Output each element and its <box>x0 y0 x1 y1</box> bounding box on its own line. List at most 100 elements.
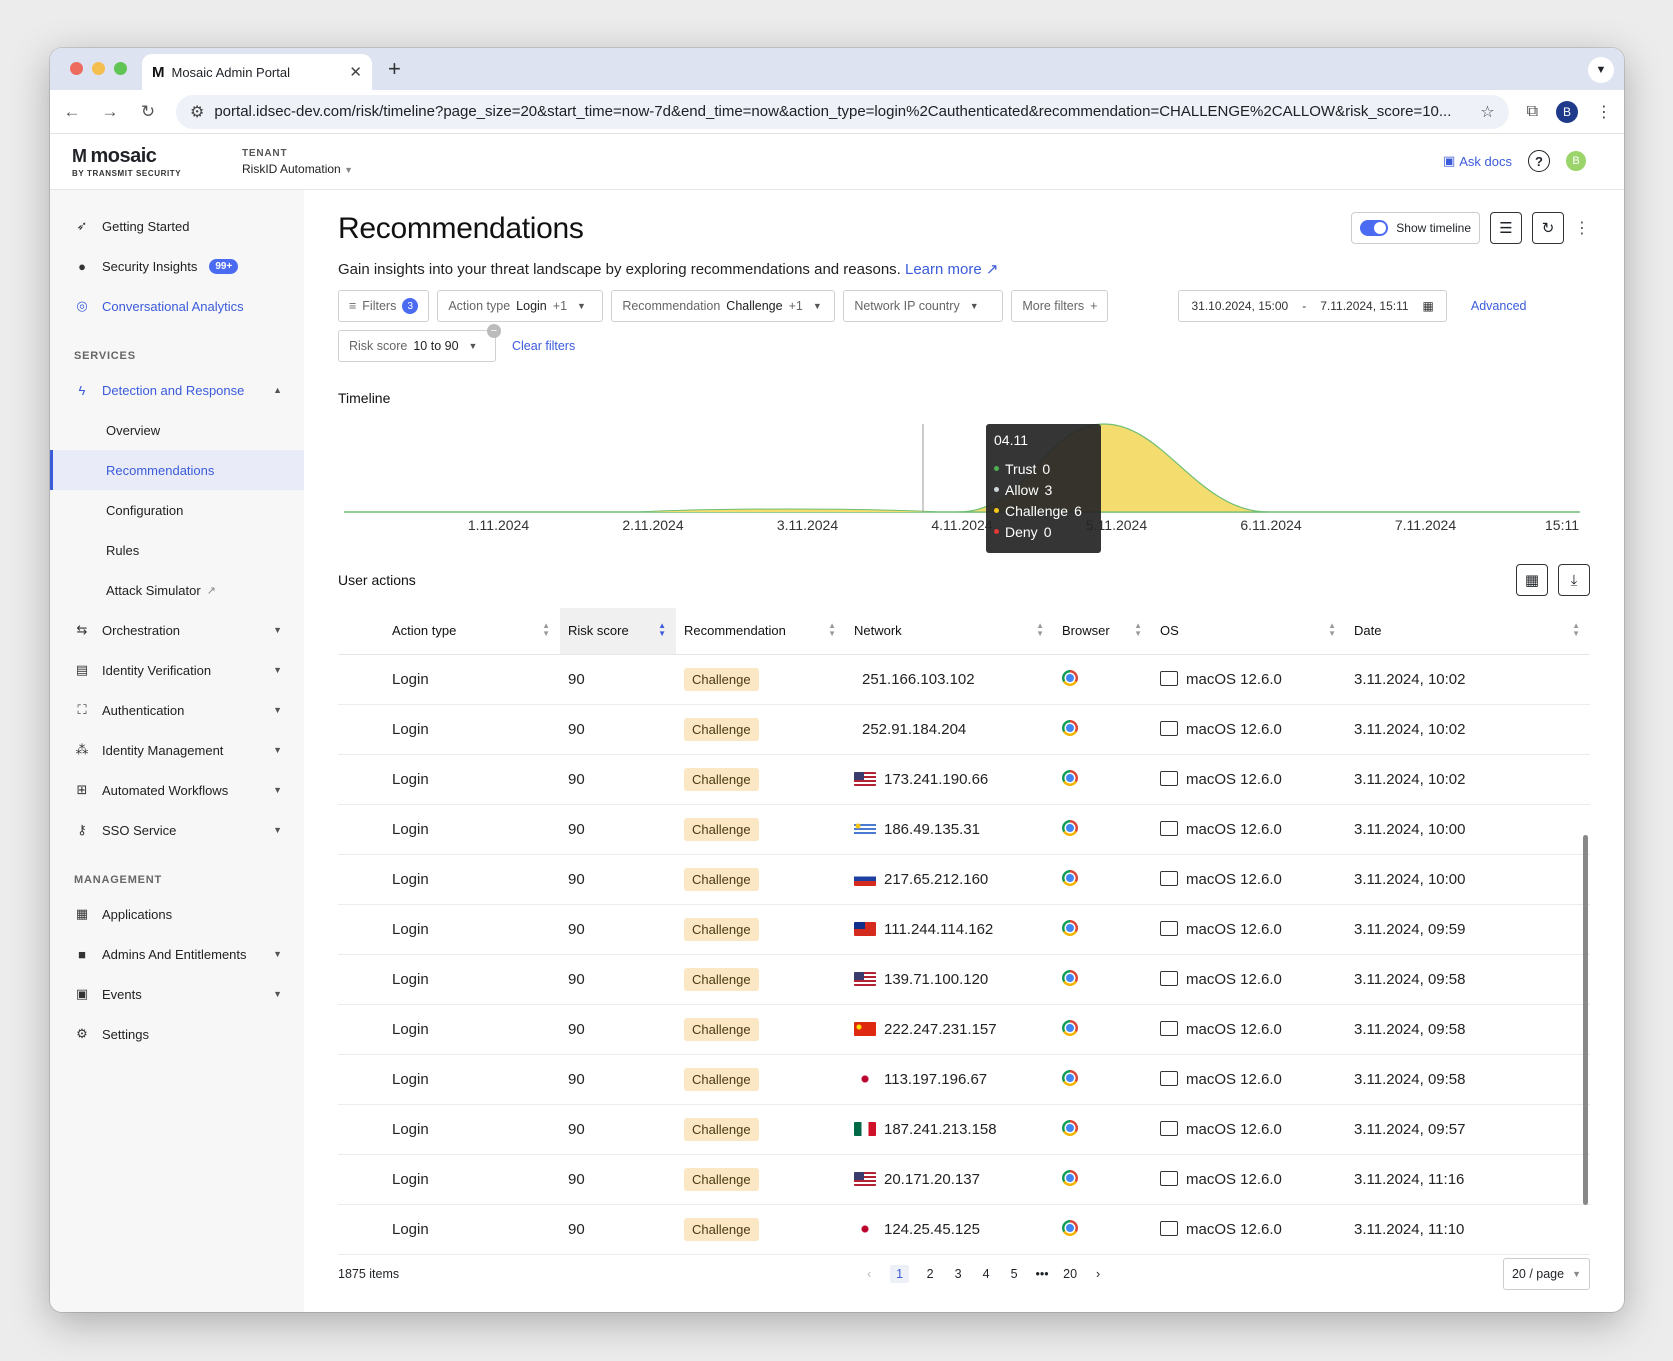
col-action-type[interactable]: Action type ▲ ▼ <box>384 608 560 655</box>
tenant-selector[interactable]: TENANT RiskID Automation ▼ <box>242 148 353 176</box>
sort-icon[interactable]: ▲ ▼ <box>542 622 550 638</box>
prev-page-icon[interactable]: ‹ <box>862 1267 876 1281</box>
table-row[interactable]: Login 90 Challenge 113.197.196.67 macOS … <box>338 1054 1590 1105</box>
sidebar-item-identity-management[interactable]: ⁂ Identity Management ▼ <box>50 730 304 770</box>
col-risk-score[interactable]: Risk score ▲ ▼ <box>560 608 676 655</box>
new-tab-button[interactable]: + <box>388 56 401 82</box>
minimize-window-button[interactable] <box>92 62 105 75</box>
sidebar-sub-configuration[interactable]: Configuration <box>50 490 304 530</box>
sort-icon[interactable]: ▲ ▼ <box>1134 622 1142 638</box>
table-row[interactable]: Login 90 Challenge 217.65.212.160 macOS … <box>338 854 1590 905</box>
sidebar-item-orchestration[interactable]: ⇆ Orchestration ▼ <box>50 610 304 650</box>
sort-icon[interactable]: ▲ ▼ <box>1036 622 1044 638</box>
reload-icon[interactable]: ↻ <box>138 102 158 122</box>
filters-button[interactable]: ≡ Filters 3 <box>338 290 430 322</box>
browser-tab[interactable]: M Mosaic Admin Portal ✕ <box>142 54 372 90</box>
sidebar-item-events[interactable]: ▣ Events ▼ <box>50 974 304 1014</box>
table-row[interactable]: Login 90 Challenge 111.244.114.162 macOS… <box>338 904 1590 955</box>
page-number[interactable]: 2 <box>923 1267 937 1281</box>
timeline-chart[interactable]: 1.11.2024 2.11.2024 3.11.2024 4.11.2024 5.11… <box>338 406 1590 556</box>
page-number[interactable]: 3 <box>951 1267 965 1281</box>
sidebar-item-applications[interactable]: ▦ Applications <box>50 894 304 934</box>
url-input[interactable]: ⚙ portal.idsec-dev.com/risk/timeline?pag… <box>176 94 1509 129</box>
table-row[interactable]: Login 90 Challenge 20.171.20.137 macOS 1… <box>338 1154 1590 1205</box>
page-number[interactable]: 5 <box>1007 1267 1021 1281</box>
table-row[interactable]: Login 90 Challenge 186.49.135.31 macOS 1… <box>338 804 1590 855</box>
brand-logo[interactable]: Mmosaic BY TRANSMIT SECURITY <box>72 145 222 178</box>
col-browser[interactable]: Browser ▲ ▼ <box>1054 608 1152 655</box>
sidebar-sub-attack-simulator[interactable]: Attack Simulator ↗ <box>50 570 304 610</box>
col-recommendation[interactable]: Recommendation ▲ ▼ <box>676 608 846 655</box>
show-timeline-toggle[interactable]: Show timeline <box>1351 212 1480 244</box>
table-scrollbar[interactable] <box>1583 835 1588 1205</box>
sort-icon[interactable]: ▲ ▼ <box>1328 622 1336 638</box>
table-row[interactable]: Login 90 Challenge 252.91.184.204 macOS … <box>338 704 1590 755</box>
sidebar-sub-recommendations[interactable]: Recommendations <box>50 450 304 490</box>
sidebar-item-identity-verification[interactable]: ▤ Identity Verification ▼ <box>50 650 304 690</box>
refresh-button[interactable]: ↻ <box>1532 212 1564 244</box>
action-type-filter[interactable]: Action type Login +1 ▼ <box>437 290 604 322</box>
sort-icon[interactable]: ▲ ▼ <box>658 622 666 638</box>
recommendation-filter[interactable]: Recommendation Challenge +1 ▼ <box>611 290 836 322</box>
table-row[interactable]: Login 90 Challenge 251.166.103.102 macOS… <box>338 654 1590 705</box>
user-avatar[interactable]: B <box>1566 151 1586 171</box>
forward-icon[interactable]: → <box>100 102 120 122</box>
sidebar-item-conversational-analytics[interactable]: ◎ Conversational Analytics <box>50 286 304 326</box>
sidebar-item-sso-service[interactable]: ⚷ SSO Service ▼ <box>50 810 304 850</box>
table-row[interactable]: Login 90 Challenge 222.247.231.157 macOS… <box>338 1004 1590 1055</box>
advanced-link[interactable]: Advanced <box>1471 299 1527 313</box>
download-button[interactable]: ⤓ <box>1558 564 1590 596</box>
desktop-icon <box>1160 770 1178 786</box>
close-window-button[interactable] <box>70 62 83 75</box>
sidebar-item-detection-and-response[interactable]: ϟ Detection and Response ▲ <box>50 370 304 410</box>
bookmark-star-icon[interactable]: ☆ <box>1480 102 1494 122</box>
tab-search-button[interactable]: ▼ <box>1588 57 1614 83</box>
page-number[interactable]: ••• <box>1035 1267 1049 1281</box>
col-network[interactable]: Network ▲ ▼ <box>846 608 1054 655</box>
list-view-button[interactable]: ☰ <box>1490 212 1522 244</box>
sidebar-item-authentication[interactable]: ⛶ Authentication ▼ <box>50 690 304 730</box>
sidebar-sub-rules[interactable]: Rules <box>50 530 304 570</box>
sidebar-item-getting-started[interactable]: ➶ Getting Started <box>50 206 304 246</box>
sort-icon[interactable]: ▲ ▼ <box>1572 622 1580 638</box>
toggle-switch[interactable] <box>1360 220 1389 236</box>
more-filters-button[interactable]: More filters + <box>1011 290 1109 322</box>
risk-score-filter[interactable]: Risk score 10 to 90 ▼ − <box>338 324 501 362</box>
learn-more-link[interactable]: Learn more ↗ <box>905 261 998 278</box>
site-settings-icon[interactable]: ⚙ <box>190 102 204 122</box>
table-row[interactable]: Login 90 Challenge 139.71.100.120 macOS … <box>338 954 1590 1005</box>
table-row[interactable]: Login 90 Challenge 173.241.190.66 macOS … <box>338 754 1590 805</box>
sidebar-item-automated-workflows[interactable]: ⊞ Automated Workflows ▼ <box>50 770 304 810</box>
help-icon[interactable]: ? <box>1528 150 1550 172</box>
sidebar-item-security-insights[interactable]: ● Security Insights 99+ <box>50 246 304 286</box>
network-ip-country-filter[interactable]: Network IP country ▼ <box>843 290 1004 322</box>
table-row[interactable]: Login 90 Challenge 187.241.213.158 macOS… <box>338 1104 1590 1155</box>
clear-filters-link[interactable]: Clear filters <box>512 339 575 353</box>
page-size-select[interactable]: 20 / page ▼ <box>1502 1258 1590 1290</box>
more-options-icon[interactable]: ⋮ <box>1574 218 1590 238</box>
close-tab-icon[interactable]: ✕ <box>349 63 362 81</box>
col-os[interactable]: OS ▲ ▼ <box>1152 608 1346 655</box>
date-end[interactable]: 7.11.2024, 15:11 <box>1320 299 1408 313</box>
back-icon[interactable]: ← <box>62 102 82 122</box>
columns-button[interactable]: ▦ <box>1516 564 1548 596</box>
extensions-icon[interactable]: ⧉ <box>1527 103 1538 121</box>
sidebar-sub-overview[interactable]: Overview <box>50 410 304 450</box>
maximize-window-button[interactable] <box>114 62 127 75</box>
table-row[interactable]: Login 90 Challenge 124.25.45.125 macOS 1… <box>338 1204 1590 1255</box>
date-range-picker[interactable]: 31.10.2024, 15:00 - 7.11.2024, 15:11 ▦ <box>1178 290 1447 322</box>
page-number[interactable]: 20 <box>1063 1267 1077 1281</box>
profile-avatar[interactable]: B <box>1556 100 1578 123</box>
browser-menu-icon[interactable]: ⋮ <box>1596 102 1612 122</box>
remove-filter-icon[interactable]: − <box>487 324 501 338</box>
sidebar-item-settings[interactable]: ⚙ Settings <box>50 1014 304 1054</box>
sort-icon[interactable]: ▲ ▼ <box>828 622 836 638</box>
ask-docs-link[interactable]: ▣ Ask docs <box>1443 153 1512 169</box>
page-number[interactable]: 1 <box>890 1265 910 1283</box>
col-date[interactable]: Date ▲ ▼ <box>1346 608 1590 655</box>
page-number[interactable]: 4 <box>979 1267 993 1281</box>
sidebar-item-admins-and-entitlements[interactable]: ■ Admins And Entitlements ▼ <box>50 934 304 974</box>
sidebar-item-label: Security Insights <box>102 258 198 274</box>
date-start[interactable]: 31.10.2024, 15:00 <box>1191 299 1288 313</box>
next-page-icon[interactable]: › <box>1091 1267 1105 1281</box>
